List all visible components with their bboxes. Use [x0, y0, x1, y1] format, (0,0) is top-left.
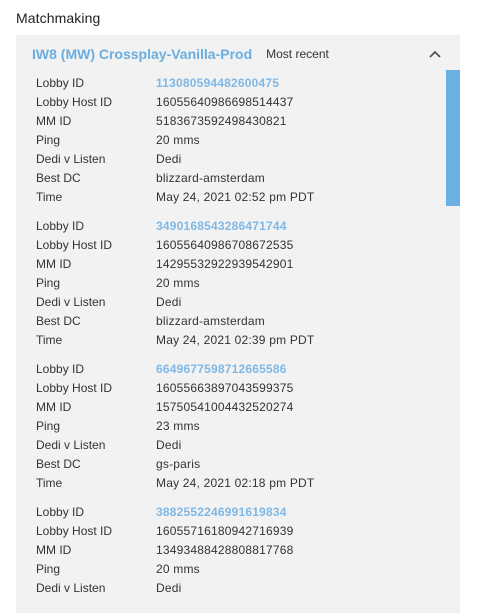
lobby-host-id-value: 16055640986698514437: [156, 94, 294, 109]
panel-header[interactable]: IW8 (MW) Crossplay-Vanilla-Prod Most rec…: [16, 35, 460, 73]
label-time: Time: [36, 332, 63, 347]
matchmaking-panel: IW8 (MW) Crossplay-Vanilla-Prod Most rec…: [16, 35, 460, 613]
lobby-host-id-value: 16055716180942716939: [156, 523, 294, 538]
label-lobby-id: Lobby ID: [36, 218, 85, 233]
best-dc-value: gs-paris: [156, 456, 201, 471]
label-time: Time: [36, 189, 63, 204]
ping-value: 20 mms: [156, 275, 200, 290]
ping-value: 23 mms: [156, 418, 200, 433]
row-lobby-host-id: Lobby Host ID 16055640986698514437: [16, 92, 446, 111]
label-ping: Ping: [36, 132, 61, 147]
label-lobby-id: Lobby ID: [36, 361, 85, 376]
row-time: Time May 24, 2021 02:52 pm PDT: [16, 187, 446, 206]
lobby-host-id-value: 16055640986708672535: [156, 237, 294, 252]
label-best-dc: Best DC: [36, 313, 81, 328]
label-lobby-id: Lobby ID: [36, 504, 85, 519]
panel-title: IW8 (MW) Crossplay-Vanilla-Prod: [32, 46, 253, 62]
lobby-id-link[interactable]: 3882552246991619834: [156, 505, 287, 519]
lobby-id-link[interactable]: 3490168543286471744: [156, 219, 287, 233]
label-lobby-host-id: Lobby Host ID: [36, 380, 113, 395]
row-mm-id: MM ID 5183673592498430821: [16, 111, 446, 130]
label-time: Time: [36, 475, 63, 490]
row-dedi: Dedi v Listen Dedi: [16, 435, 446, 454]
mm-id-value: 13493488428808817768: [156, 542, 294, 557]
label-best-dc: Best DC: [36, 456, 81, 471]
label-lobby-id: Lobby ID: [36, 75, 85, 90]
match-entry: Lobby ID 3882552246991619834 Lobby Host …: [16, 502, 446, 597]
row-best-dc: Best DC blizzard-amsterdam: [16, 311, 446, 330]
label-ping: Ping: [36, 561, 61, 576]
match-entry: Lobby ID 113080594482600475 Lobby Host I…: [16, 73, 446, 206]
label-lobby-host-id: Lobby Host ID: [36, 523, 113, 538]
dedi-value: Dedi: [156, 151, 182, 166]
label-mm-id: MM ID: [36, 542, 72, 557]
row-dedi: Dedi v Listen Dedi: [16, 149, 446, 168]
row-ping: Ping 20 mms: [16, 130, 446, 149]
row-mm-id: MM ID 14295532922939542901: [16, 254, 446, 273]
time-value: May 24, 2021 02:52 pm PDT: [156, 189, 315, 204]
row-lobby-id: Lobby ID 113080594482600475: [16, 73, 446, 92]
row-lobby-host-id: Lobby Host ID 16055663897043599375: [16, 378, 446, 397]
row-best-dc: Best DC gs-paris: [16, 454, 446, 473]
row-lobby-host-id: Lobby Host ID 16055716180942716939: [16, 521, 446, 540]
row-mm-id: MM ID 15750541004432520274: [16, 397, 446, 416]
lobby-id-link[interactable]: 6649677598712665586: [156, 362, 287, 376]
scrollbar-thumb[interactable]: [446, 70, 460, 206]
ping-value: 20 mms: [156, 561, 200, 576]
match-entry: Lobby ID 3490168543286471744 Lobby Host …: [16, 216, 446, 349]
label-ping: Ping: [36, 275, 61, 290]
row-ping: Ping 20 mms: [16, 273, 446, 292]
label-dedi: Dedi v Listen: [36, 437, 106, 452]
time-value: May 24, 2021 02:18 pm PDT: [156, 475, 315, 490]
panel-subtitle: Most recent: [266, 47, 329, 61]
lobby-host-id-value: 16055663897043599375: [156, 380, 294, 395]
row-lobby-id: Lobby ID 3882552246991619834: [16, 502, 446, 521]
dedi-value: Dedi: [156, 437, 182, 452]
label-lobby-host-id: Lobby Host ID: [36, 237, 113, 252]
lobby-id-link[interactable]: 113080594482600475: [156, 76, 279, 90]
dedi-value: Dedi: [156, 580, 182, 595]
row-lobby-id: Lobby ID 6649677598712665586: [16, 359, 446, 378]
label-best-dc: Best DC: [36, 170, 81, 185]
row-mm-id: MM ID 13493488428808817768: [16, 540, 446, 559]
row-best-dc: Best DC blizzard-amsterdam: [16, 168, 446, 187]
mm-id-value: 5183673592498430821: [156, 113, 287, 128]
match-list: Lobby ID 113080594482600475 Lobby Host I…: [16, 73, 446, 607]
label-dedi: Dedi v Listen: [36, 151, 106, 166]
label-dedi: Dedi v Listen: [36, 580, 106, 595]
chevron-up-icon[interactable]: [428, 47, 442, 61]
ping-value: 20 mms: [156, 132, 200, 147]
row-lobby-id: Lobby ID 3490168543286471744: [16, 216, 446, 235]
mm-id-value: 14295532922939542901: [156, 256, 294, 271]
time-value: May 24, 2021 02:39 pm PDT: [156, 332, 315, 347]
label-ping: Ping: [36, 418, 61, 433]
row-lobby-host-id: Lobby Host ID 16055640986708672535: [16, 235, 446, 254]
row-time: Time May 24, 2021 02:18 pm PDT: [16, 473, 446, 492]
label-mm-id: MM ID: [36, 113, 72, 128]
section-title: Matchmaking: [16, 10, 101, 26]
match-entry: Lobby ID 6649677598712665586 Lobby Host …: [16, 359, 446, 492]
label-lobby-host-id: Lobby Host ID: [36, 94, 113, 109]
row-dedi: Dedi v Listen Dedi: [16, 292, 446, 311]
row-time: Time May 24, 2021 02:39 pm PDT: [16, 330, 446, 349]
dedi-value: Dedi: [156, 294, 182, 309]
best-dc-value: blizzard-amsterdam: [156, 313, 265, 328]
label-mm-id: MM ID: [36, 256, 72, 271]
row-ping: Ping 20 mms: [16, 559, 446, 578]
mm-id-value: 15750541004432520274: [156, 399, 294, 414]
label-dedi: Dedi v Listen: [36, 294, 106, 309]
row-dedi: Dedi v Listen Dedi: [16, 578, 446, 597]
best-dc-value: blizzard-amsterdam: [156, 170, 265, 185]
row-ping: Ping 23 mms: [16, 416, 446, 435]
label-mm-id: MM ID: [36, 399, 72, 414]
